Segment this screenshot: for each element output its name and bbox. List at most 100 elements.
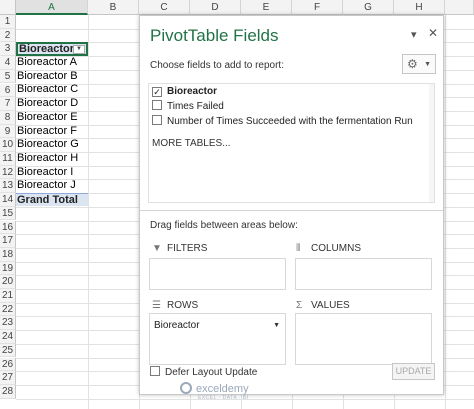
chevron-down-icon[interactable]: ▼: [273, 319, 280, 332]
values-drop-area[interactable]: [295, 313, 432, 365]
row-header[interactable]: 10: [0, 138, 16, 152]
rows-drop-area[interactable]: Bioreactor ▼: [149, 313, 286, 365]
values-area-title: Σ VALUES: [296, 300, 350, 311]
column-header-b[interactable]: B: [88, 0, 139, 15]
watermark-name: exceldemy: [196, 383, 249, 395]
pivot-item[interactable]: Bioreactor J: [17, 179, 76, 192]
row-header[interactable]: 23: [0, 316, 16, 331]
defer-checkbox[interactable]: [150, 366, 160, 376]
filter-dropdown-icon[interactable]: ▼: [73, 45, 85, 54]
pane-divider[interactable]: [140, 210, 443, 211]
filters-label: FILTERS: [167, 243, 208, 254]
exceldemy-logo-icon: [180, 382, 192, 394]
field-item-bioreactor[interactable]: ✓ Bioreactor: [152, 85, 217, 99]
pivot-grand-total[interactable]: Grand Total: [16, 193, 88, 206]
row-header[interactable]: 19: [0, 261, 16, 276]
row-header[interactable]: 27: [0, 371, 16, 385]
pane-title: PivotTable Fields: [150, 26, 279, 45]
row-header[interactable]: 25: [0, 343, 16, 358]
pivot-row-label-header[interactable]: Bioreactor ▼: [16, 42, 88, 56]
row-header[interactable]: 6: [0, 83, 16, 98]
columns-label: COLUMNS: [311, 243, 362, 254]
row-header[interactable]: 9: [0, 124, 16, 139]
rows-label: ROWS: [167, 300, 199, 311]
row-header[interactable]: 20: [0, 275, 16, 289]
row-header[interactable]: 17: [0, 234, 16, 248]
field-checkbox[interactable]: ✓: [152, 87, 162, 97]
columns-drop-area[interactable]: [295, 258, 432, 290]
row-header[interactable]: 16: [0, 220, 16, 235]
exceldemy-watermark: exceldemy EXCEL · DATA · BI: [180, 382, 249, 401]
tools-button[interactable]: ⚙ ▼: [402, 54, 436, 74]
row-header[interactable]: 7: [0, 97, 16, 111]
defer-label: Defer Layout Update: [165, 367, 258, 378]
column-header-g[interactable]: G: [343, 0, 394, 15]
row-header[interactable]: 21: [0, 289, 16, 303]
column-header-c[interactable]: C: [139, 0, 190, 15]
pivot-item[interactable]: Bioreactor C: [17, 83, 78, 96]
field-checkbox[interactable]: [152, 100, 162, 110]
field-item-times-succeeded[interactable]: Number of Times Succeeded with the ferme…: [152, 115, 413, 129]
pivot-item[interactable]: Bioreactor E: [17, 111, 78, 124]
field-list: ✓ Bioreactor Times Failed Number of Times…: [148, 83, 435, 203]
row-header[interactable]: 18: [0, 247, 16, 262]
choose-fields-label: Choose fields to add to report:: [150, 60, 284, 71]
field-label: Number of Times Succeeded with the ferme…: [167, 116, 413, 127]
grid-line: [445, 15, 446, 409]
row-header[interactable]: 28: [0, 384, 16, 399]
column-header-d[interactable]: D: [190, 0, 241, 15]
rows-icon: ☰: [152, 300, 161, 311]
column-header-a[interactable]: A: [16, 0, 88, 15]
row-header[interactable]: 8: [0, 110, 16, 125]
pivot-item[interactable]: Bioreactor F: [17, 125, 77, 138]
grid-line: [88, 15, 89, 409]
row-header[interactable]: 3: [0, 42, 16, 57]
row-header[interactable]: 13: [0, 179, 16, 194]
select-all-corner[interactable]: [0, 0, 16, 15]
update-button[interactable]: UPDATE: [392, 363, 435, 380]
gear-icon: ⚙: [407, 57, 418, 71]
defer-layout-update[interactable]: Defer Layout Update: [150, 366, 257, 378]
row-header[interactable]: 11: [0, 152, 16, 166]
column-header-f[interactable]: F: [292, 0, 343, 15]
column-header-next[interactable]: [445, 0, 474, 15]
pane-options-chevron-icon[interactable]: ▾: [411, 28, 417, 41]
drag-fields-label: Drag fields between areas below:: [150, 220, 298, 231]
pivot-header-text: Bioreactor: [19, 43, 75, 55]
pivot-item[interactable]: Bioreactor D: [17, 97, 78, 110]
row-header[interactable]: 12: [0, 165, 16, 180]
field-list-scrollbar[interactable]: [429, 84, 434, 202]
columns-icon: ⦀: [296, 243, 301, 254]
row-header[interactable]: 15: [0, 206, 16, 221]
rows-field-label: Bioreactor: [154, 320, 200, 331]
pivot-item[interactable]: Bioreactor I: [17, 166, 73, 179]
row-header[interactable]: 14: [0, 193, 16, 207]
row-header[interactable]: 1: [0, 15, 16, 29]
more-tables-link[interactable]: MORE TABLES...: [152, 138, 231, 149]
row-header[interactable]: 4: [0, 56, 16, 70]
field-label: Times Failed: [167, 101, 224, 112]
filters-drop-area[interactable]: [149, 258, 286, 290]
filter-icon: ▼: [152, 243, 162, 254]
field-checkbox[interactable]: [152, 115, 162, 125]
values-label: VALUES: [311, 300, 350, 311]
pivot-item[interactable]: Bioreactor H: [17, 152, 78, 165]
watermark-tagline: EXCEL · DATA · BI: [198, 395, 249, 401]
pivot-item[interactable]: Bioreactor A: [17, 56, 77, 69]
pivottable-fields-pane: PivotTable Fields ▾ ✕ Choose fields to a…: [139, 15, 444, 395]
field-item-times-failed[interactable]: Times Failed: [152, 100, 224, 114]
row-header[interactable]: 24: [0, 330, 16, 344]
rows-area-title: ☰ ROWS: [152, 300, 198, 311]
row-header[interactable]: 26: [0, 357, 16, 372]
pivot-item[interactable]: Bioreactor B: [17, 70, 78, 83]
row-header[interactable]: 2: [0, 28, 16, 43]
column-header-h[interactable]: H: [394, 0, 445, 15]
row-header[interactable]: 5: [0, 69, 16, 84]
column-header-e[interactable]: E: [241, 0, 292, 15]
rows-field-bioreactor[interactable]: Bioreactor ▼: [154, 319, 282, 332]
sigma-icon: Σ: [296, 300, 303, 311]
row-header[interactable]: 22: [0, 302, 16, 317]
pivot-item[interactable]: Bioreactor G: [17, 138, 79, 151]
columns-area-title: ⦀ COLUMNS: [296, 243, 361, 254]
close-icon[interactable]: ✕: [428, 26, 438, 40]
